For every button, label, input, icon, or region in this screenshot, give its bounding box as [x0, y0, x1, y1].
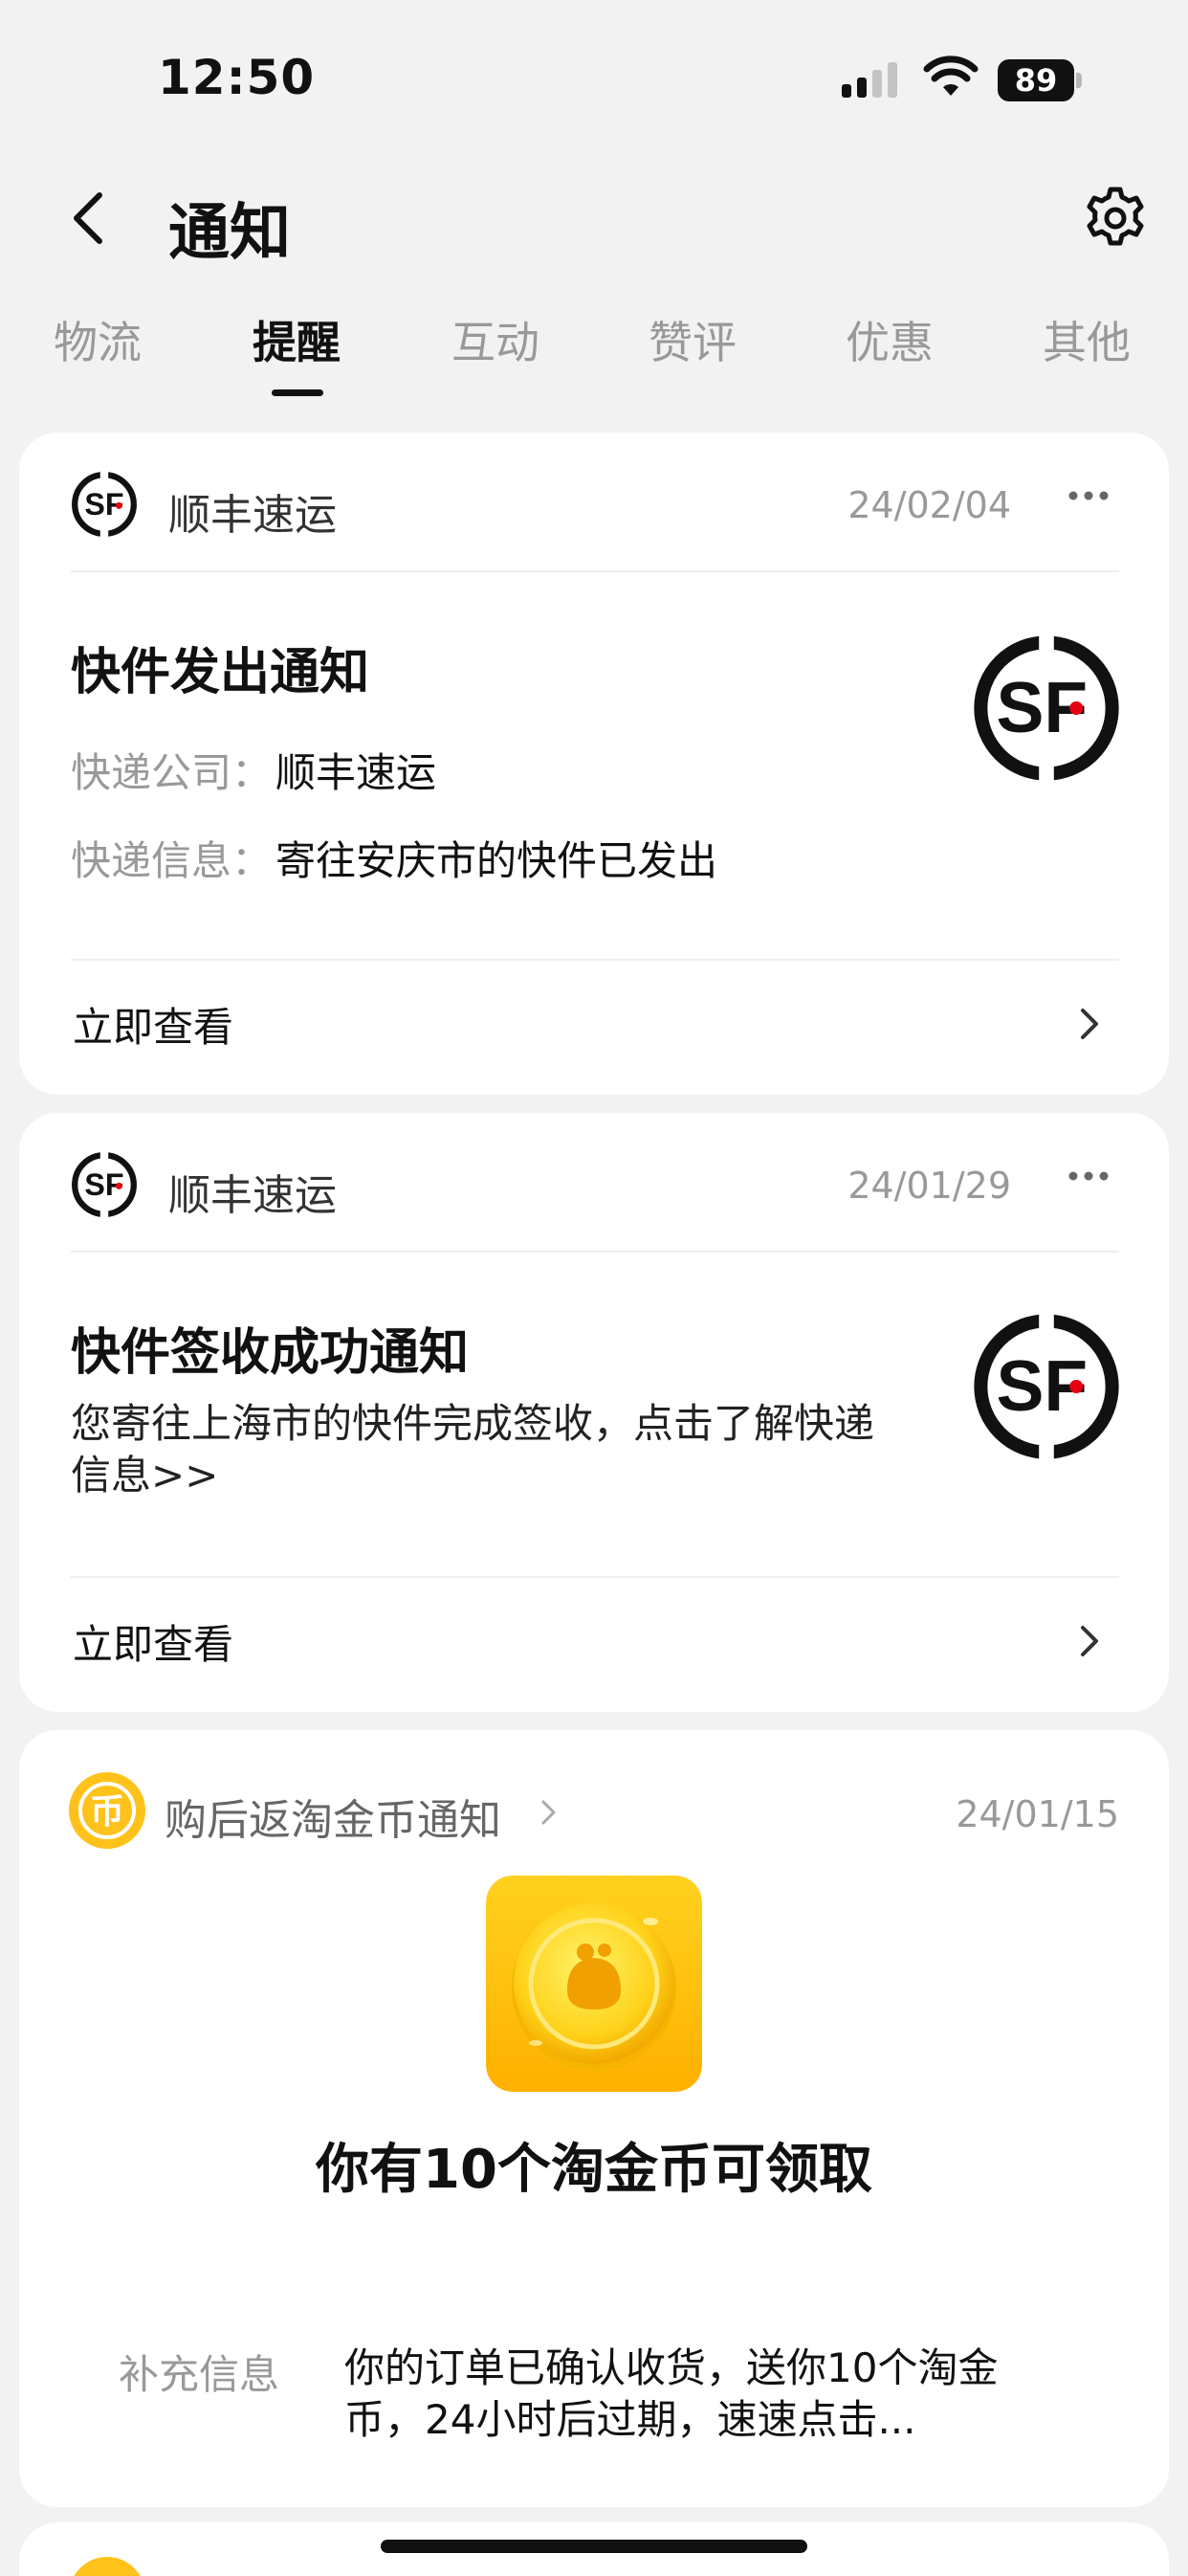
notification-card-coins[interactable]: 币 购后返淘金币通知 24/01/15 你有10个淘金币可领取 补充信息 你的订… [19, 1730, 1169, 2507]
card-date: 24/01/15 [956, 1793, 1119, 1835]
card-title: 快件签收成功通知 [71, 1324, 470, 1382]
extra-info-value: 你的订单已确认收货，送你10个淘金币，24小时后过期，速速点击... [344, 2344, 999, 2443]
extra-info-label: 补充信息 [119, 2351, 280, 2398]
more-options-icon[interactable] [1067, 490, 1110, 501]
tab-interactions[interactable]: 互动 [409, 308, 582, 371]
home-indicator[interactable] [381, 2540, 807, 2553]
divider [71, 570, 1119, 572]
view-now-button[interactable]: 立即查看 [19, 961, 1169, 1076]
notification-card-shipped[interactable]: SF 顺丰速运 24/02/04 快件发出通知 快递公司： 顺丰速运 快递信息：… [19, 433, 1169, 1095]
field-value-info: 寄往安庆市的快件已发出 [275, 837, 718, 884]
divider [71, 1251, 1119, 1253]
tab-other[interactable]: 其他 [1001, 308, 1173, 371]
svg-text:币: 币 [90, 1792, 124, 1832]
sf-express-logo-icon: SF [974, 1312, 1119, 1461]
chevron-right-icon [541, 1800, 556, 1825]
chevron-right-icon [1081, 1626, 1098, 1656]
view-now-label: 立即查看 [73, 1004, 234, 1051]
taobao-coin-icon: 币 [69, 1772, 145, 1849]
page-title: 通知 [168, 198, 291, 269]
tab-logistics[interactable]: 物流 [11, 308, 184, 371]
sf-express-logo-icon: SF [974, 633, 1119, 783]
field-label-courier: 快递公司： [71, 749, 273, 796]
view-now-button[interactable]: 立即查看 [19, 1578, 1169, 1693]
sf-express-logo-icon: SF [72, 1151, 137, 1218]
sf-express-logo-icon: SF [72, 471, 137, 538]
taobao-coin-icon [69, 2557, 145, 2576]
nav-bar: 通知 [0, 163, 1188, 278]
card-description: 您寄往上海市的快件完成签收，点击了解快递信息>> [71, 1400, 875, 1499]
card-header: SF 顺丰速运 24/02/04 [19, 433, 1169, 571]
sender-name[interactable]: 购后返淘金币通知 [165, 1786, 501, 1847]
chevron-right-icon [1081, 1009, 1098, 1039]
chevron-left-icon[interactable] [65, 189, 113, 247]
battery-icon: 89 [998, 59, 1082, 101]
card-date: 24/02/04 [847, 484, 1011, 526]
coin-reward-title: 你有10个淘金币可领取 [316, 2139, 872, 2201]
tab-likes-comments[interactable]: 赞评 [606, 308, 779, 371]
card-header: SF 顺丰速运 24/01/29 [19, 1113, 1169, 1252]
notification-card-delivered[interactable]: SF 顺丰速运 24/01/29 快件签收成功通知 您寄往上海市的快件完成签收，… [19, 1113, 1169, 1712]
field-value-courier: 顺丰速运 [275, 749, 437, 796]
wifi-icon [923, 56, 979, 96]
tab-offers[interactable]: 优惠 [803, 308, 976, 371]
view-now-label: 立即查看 [73, 1621, 234, 1668]
sender-name: 顺丰速运 [168, 1171, 337, 1220]
card-title: 快件发出通知 [71, 644, 370, 701]
sender-name: 顺丰速运 [168, 491, 337, 540]
gear-icon[interactable] [1081, 184, 1150, 253]
more-options-icon[interactable] [1067, 1170, 1110, 1182]
gold-coin-icon [486, 1876, 702, 2092]
tab-bar: 物流 提醒 互动 赞评 优惠 其他 [0, 308, 1188, 404]
active-tab-indicator [272, 389, 323, 396]
battery-level: 89 [1014, 62, 1058, 99]
field-label-info: 快递信息： [71, 837, 273, 884]
status-time: 12:50 [158, 50, 316, 105]
signal-icon [842, 62, 897, 98]
status-bar: 12:50 89 [0, 0, 1188, 153]
card-date: 24/01/29 [847, 1165, 1011, 1207]
tab-reminders[interactable]: 提醒 [210, 308, 383, 371]
